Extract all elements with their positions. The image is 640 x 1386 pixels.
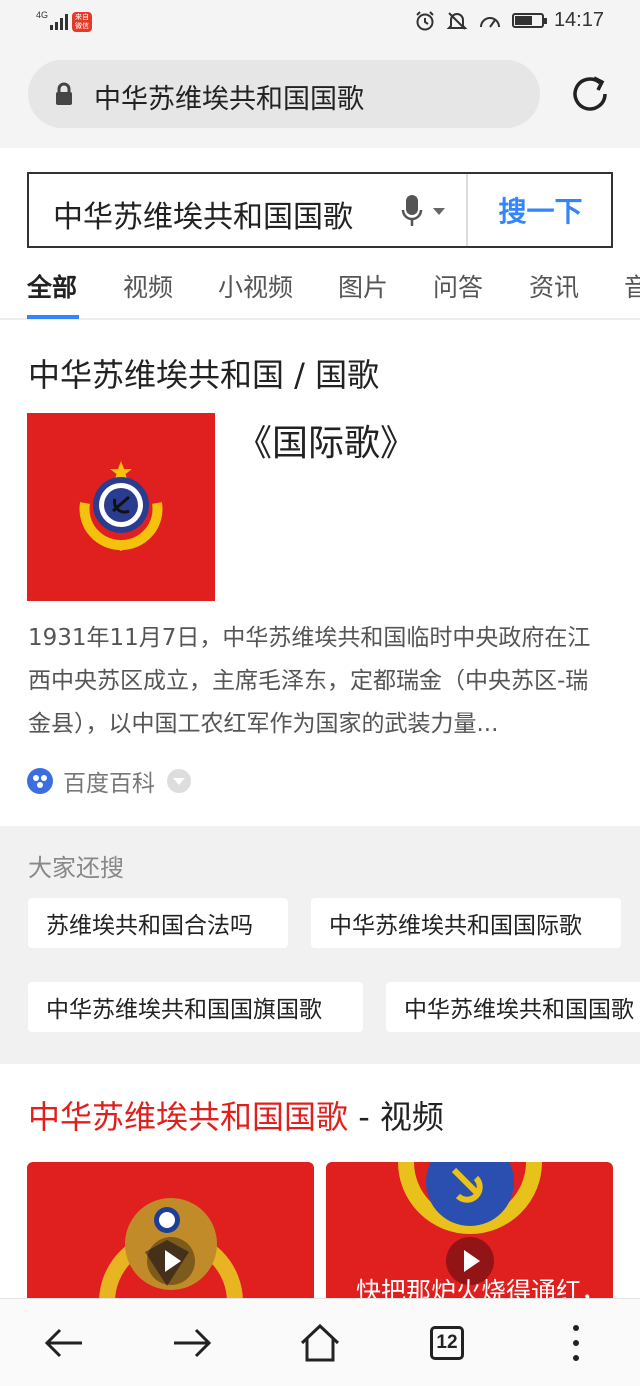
url-text: 中华苏维埃共和国国歌 (94, 84, 364, 115)
baike-logo-icon (27, 768, 53, 794)
video-thumbnail[interactable]: 快把那炉火烧得通红， (326, 1162, 613, 1302)
mute-icon (446, 11, 468, 30)
related-item[interactable]: 中华苏维埃共和国国歌 (386, 982, 640, 1032)
back-arrow-icon[interactable] (42, 1321, 86, 1365)
video-section-title[interactable]: 中华苏维埃共和国国歌 - 视频 (28, 1092, 444, 1138)
battery-icon (511, 13, 547, 28)
wechat-badge: 来自 微信 (72, 12, 92, 32)
tab-video[interactable]: 视频 (123, 268, 173, 304)
network-type: 4G (36, 10, 49, 20)
microphone-icon[interactable] (401, 194, 423, 228)
tabs-icon[interactable]: 12 (430, 1326, 464, 1360)
search-button[interactable]: 搜一下 (468, 174, 613, 246)
home-icon[interactable] (298, 1321, 342, 1365)
anthem-name: 《国际歌》 (236, 423, 417, 464)
search-box[interactable]: 中华苏维埃共和国国歌 搜一下 (27, 172, 613, 248)
video-thumbnail[interactable] (27, 1162, 314, 1302)
active-tab-indicator (27, 315, 79, 319)
refresh-icon[interactable] (568, 72, 612, 116)
tab-news[interactable]: 资讯 (529, 268, 579, 304)
forward-arrow-icon[interactable] (170, 1321, 214, 1365)
search-input[interactable]: 中华苏维埃共和国国歌 (53, 192, 353, 236)
search-tabs: 全部 视频 小视频 图片 问答 资讯 音 (0, 252, 640, 320)
related-item[interactable]: 苏维埃共和国合法吗 (28, 898, 288, 948)
tab-images[interactable]: 图片 (338, 268, 388, 304)
signal-icon (50, 12, 68, 30)
lock-icon (56, 82, 72, 105)
bottom-navigation (0, 1298, 640, 1386)
result-source[interactable]: 百度百科 (27, 765, 191, 797)
result-title[interactable]: 中华苏维埃共和国 / 国歌 (28, 350, 379, 396)
address-bar[interactable]: 中华苏维埃共和国国歌 (28, 60, 540, 128)
related-heading: 大家还搜 (28, 854, 124, 882)
clock: 14:17 (553, 9, 604, 31)
related-item[interactable]: 中华苏维埃共和国国旗国歌 (28, 982, 363, 1032)
tab-all[interactable]: 全部 (27, 268, 77, 304)
result-description: 1931年11月7日，中华苏维埃共和国临时中央政府在江西中央苏区成立，主席毛泽东… (28, 625, 591, 737)
tab-music[interactable]: 音 (624, 268, 640, 304)
source-label: 百度百科 (63, 771, 155, 797)
expand-icon[interactable] (167, 769, 191, 793)
emblem-image[interactable] (27, 413, 215, 601)
video-title-highlight: 中华苏维埃共和国国歌 (28, 1098, 349, 1136)
tab-short-video[interactable]: 小视频 (218, 268, 293, 304)
status-bar: 4G 来自 微信 14:17 (0, 0, 640, 44)
tab-qa[interactable]: 问答 (433, 268, 483, 304)
speed-icon (479, 16, 500, 28)
related-item[interactable]: 中华苏维埃共和国国际歌 (311, 898, 621, 948)
more-icon[interactable] (554, 1321, 598, 1365)
related-searches: 大家还搜 苏维埃共和国合法吗 中华苏维埃共和国国际歌 中华苏维埃共和国国旗国歌 … (0, 826, 640, 1064)
alarm-icon (416, 10, 434, 30)
play-icon[interactable] (147, 1237, 195, 1285)
chevron-down-icon[interactable] (433, 208, 445, 215)
video-title-suffix: - 视频 (348, 1098, 444, 1136)
